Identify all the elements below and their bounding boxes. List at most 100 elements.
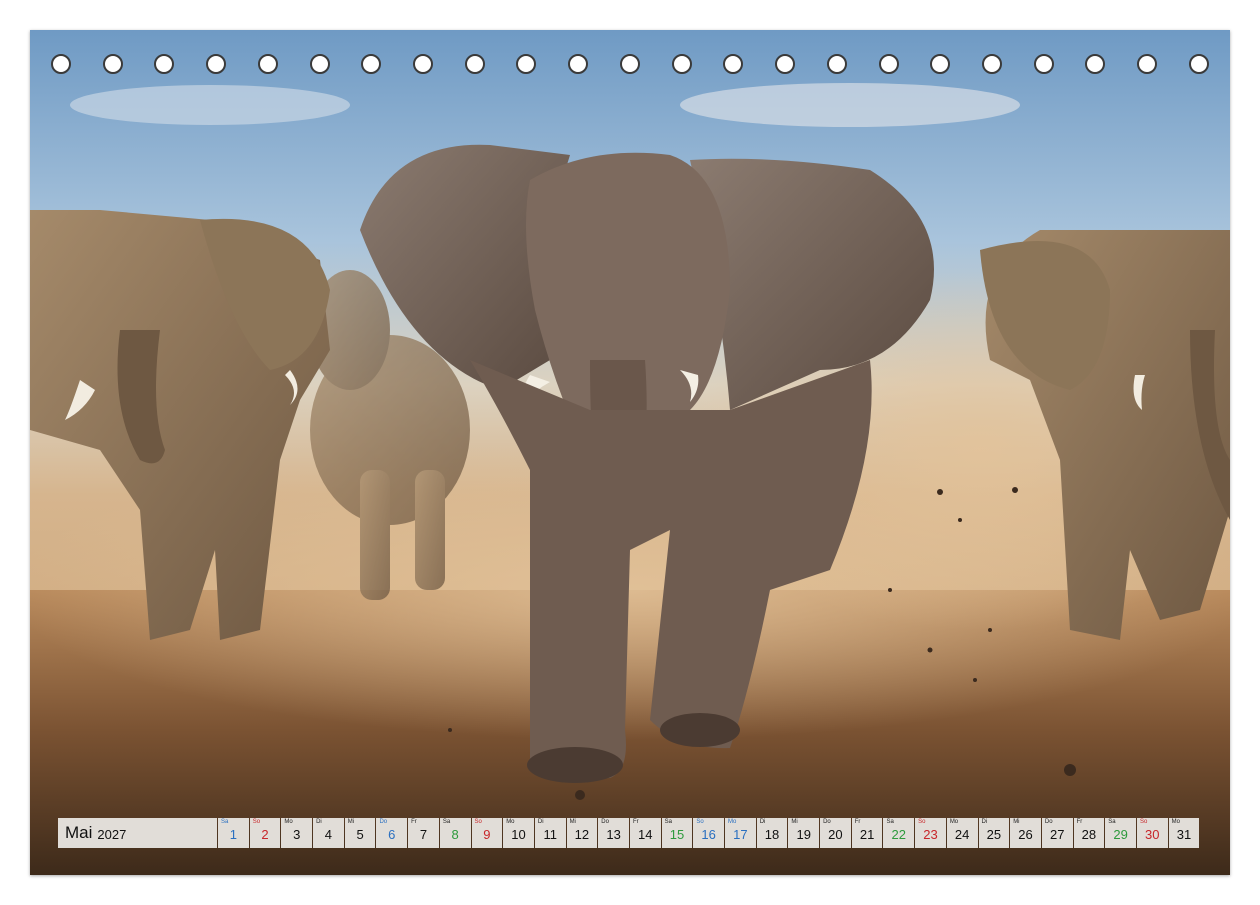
binding-hole	[361, 54, 382, 74]
day-cell: So 9	[471, 818, 503, 848]
binding-hole	[516, 54, 537, 74]
month-label-cell: Mai 2027	[58, 818, 217, 848]
weekday-label: Sa	[442, 819, 451, 825]
day-cell: Sa 1	[218, 818, 249, 848]
weekday-label: Sa	[886, 819, 894, 825]
day-number: 20	[828, 827, 843, 842]
binding-hole	[568, 54, 589, 74]
calendar-page: Mai 2027 Sa 1 So 2 Mo 3 Di 4 Mi 5 Do 6 Fr 7 Sa 8 So 9 Mo 10…	[30, 30, 1230, 875]
binding-hole	[671, 54, 692, 74]
weekday-label: Mo	[284, 819, 293, 825]
day-number: 26	[1018, 827, 1033, 842]
weekday-label: So	[918, 819, 926, 825]
day-number: 18	[764, 827, 780, 842]
day-cell: Do 20	[820, 818, 851, 848]
day-number: 8	[451, 827, 459, 842]
weekday-label: So	[696, 819, 704, 825]
weekday-label: Do	[823, 819, 831, 825]
day-number: 2	[261, 827, 269, 842]
binding-hole	[1085, 54, 1106, 74]
day-cell: So 30	[1136, 818, 1168, 848]
binding-hole	[464, 54, 485, 74]
weekday-label: Mo	[949, 819, 959, 825]
weekday-label: Fr	[411, 819, 417, 825]
month-calendar-strip: Mai 2027 Sa 1 So 2 Mo 3 Di 4 Mi 5 Do 6 Fr 7 Sa 8 So 9 Mo 10…	[58, 818, 1203, 848]
month-year: 2027	[97, 826, 127, 842]
day-cell: Mo 17	[725, 818, 756, 848]
weekday-label: Fr	[854, 819, 861, 825]
weekday-label: So	[474, 819, 482, 825]
day-cell: Fr 7	[408, 818, 439, 848]
binding-hole	[981, 54, 1002, 74]
day-number: 28	[1081, 827, 1097, 842]
weekday-label: Fr	[632, 819, 639, 825]
day-number: 29	[1113, 827, 1128, 842]
weekday-label: Fr	[1076, 819, 1083, 825]
binding-hole	[206, 54, 227, 74]
weekday-label: Mi	[569, 819, 576, 825]
binding-hole	[878, 54, 899, 74]
day-number: 24	[954, 827, 970, 842]
weekday-label: Do	[601, 819, 609, 825]
day-cell: Di 18	[756, 818, 788, 848]
day-cell: Fr 28	[1073, 818, 1105, 848]
day-number: 11	[543, 827, 557, 842]
month-name: Mai	[65, 823, 93, 842]
day-cell: Di 11	[534, 818, 566, 848]
day-cell: Mo 3	[281, 818, 313, 848]
day-cell: Sa 29	[1105, 818, 1136, 848]
day-cell: Mi 26	[1010, 818, 1041, 848]
weekday-label: Sa	[221, 819, 229, 825]
day-cell: So 23	[915, 818, 946, 848]
day-number: 1	[229, 827, 237, 842]
weekday-label: Mo	[1171, 819, 1180, 825]
binding-hole	[413, 54, 434, 74]
day-cell: Do 6	[376, 818, 408, 848]
day-number: 17	[733, 827, 748, 842]
binding-hole	[723, 54, 744, 74]
day-number: 25	[986, 827, 1002, 842]
binding-hole	[619, 54, 640, 74]
weekday-label: Di	[316, 819, 322, 825]
weekday-label: Sa	[1108, 819, 1116, 825]
day-cell: Fr 21	[851, 818, 883, 848]
day-number: 13	[606, 827, 621, 842]
day-cell: Mo 31	[1168, 818, 1200, 848]
day-cell: Di 25	[978, 818, 1010, 848]
day-number: 30	[1145, 827, 1160, 842]
weekday-label: Mo	[506, 819, 515, 825]
day-number: 22	[891, 827, 907, 842]
weekday-label: So	[252, 819, 261, 825]
day-cell: Sa 22	[883, 818, 915, 848]
binding-hole	[154, 54, 175, 74]
elephant-herd-photo	[30, 30, 1230, 875]
day-cell: Mo 10	[503, 818, 534, 848]
day-number: 27	[1049, 827, 1065, 842]
day-cell: Mo 24	[946, 818, 978, 848]
day-number: 19	[796, 827, 811, 842]
day-cell: Do 13	[598, 818, 629, 848]
binding-hole	[309, 54, 330, 74]
binding-hole	[1033, 54, 1054, 74]
day-cell: So 16	[693, 818, 724, 848]
weekday-label: Mi	[1013, 819, 1020, 825]
day-number: 16	[701, 827, 716, 842]
weekday-label: So	[1139, 819, 1148, 825]
day-cell: Di 4	[313, 818, 344, 848]
day-cell: Sa 8	[439, 818, 471, 848]
day-number: 21	[859, 827, 875, 842]
binding-holes	[51, 54, 1209, 80]
day-number: 4	[324, 827, 333, 842]
day-cell: So 2	[249, 818, 281, 848]
day-number: 31	[1176, 827, 1192, 842]
day-number: 3	[293, 827, 301, 842]
day-number: 7	[419, 827, 428, 842]
day-number: 9	[483, 827, 491, 842]
day-number: 12	[574, 827, 590, 842]
day-number: 10	[511, 827, 526, 842]
day-cell: Mi 19	[788, 818, 820, 848]
binding-hole	[826, 54, 847, 74]
weekday-label: Di	[537, 819, 544, 825]
binding-hole	[775, 54, 796, 74]
day-number: 14	[638, 827, 653, 842]
